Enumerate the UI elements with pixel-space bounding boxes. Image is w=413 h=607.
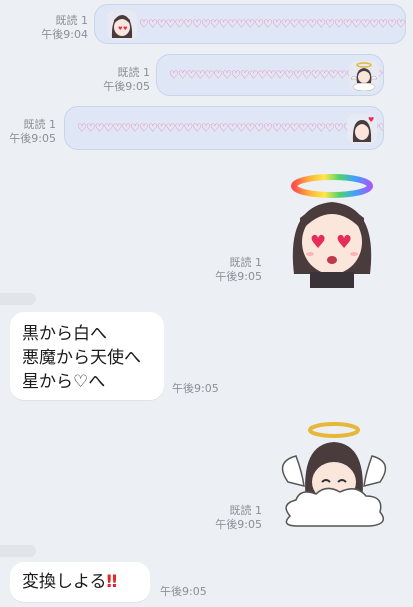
message-meta: 既読 1 午後9:04 — [30, 14, 88, 42]
timestamp: 午後9:05 — [172, 382, 219, 395]
message-bubble[interactable]: ♡♡♡♡♡♡♡♡♡♡♡♡♡♡♡♡♡♡♡♡♡♡♡♡♡♡♡♡♡♡♡♡♡♡ — [156, 54, 384, 96]
timestamp: 午後9:05 — [160, 585, 207, 598]
message-meta: 既読 1 午後9:05 — [94, 66, 150, 94]
timestamp: 午後9:05 — [9, 132, 56, 145]
message-line: 星から♡へ — [22, 372, 106, 392]
heart-message-text: ♡♡♡♡♡♡♡♡♡♡♡♡♡♡♡♡♡♡♡♡♡♡♡♡♡♡♡♡♡♡♡♡♡♡ — [139, 17, 405, 31]
read-receipt: 既読 1 — [229, 504, 263, 517]
message-meta: 既読 1 午後9:05 — [208, 256, 262, 284]
read-receipt: 既読 1 — [55, 14, 89, 27]
timestamp: 午後9:04 — [41, 28, 88, 41]
timestamp: 午後9:05 — [103, 80, 150, 93]
sender-avatar[interactable] — [0, 545, 36, 557]
svg-text:♥: ♥ — [123, 26, 128, 32]
sticker-angel-cloud-girl[interactable] — [270, 412, 398, 534]
message-meta: 既読 1 午後9:05 — [206, 504, 262, 532]
message-bubble[interactable]: ♥ ♥ ♡♡♡♡♡♡♡♡♡♡♡♡♡♡♡♡♡♡♡♡♡♡♡♡♡♡♡♡♡♡♡♡♡♡ — [94, 4, 406, 44]
read-receipt: 既読 1 — [23, 118, 57, 131]
message-bubble[interactable]: ♡♡♡♡♡♡♡♡♡♡♡♡♡♡♡♡♡♡♡♡♡♡♡♡♡♡♡♡♡♡♡♡♡♡♡♡♡♡♡♡… — [64, 106, 384, 150]
svg-text:♥: ♥ — [336, 232, 352, 253]
message-bubble[interactable]: 変換しよる‼ — [10, 562, 150, 602]
svg-text:♥: ♥ — [368, 116, 374, 124]
message-bubble[interactable]: 黒から白へ 悪魔から天使へ 星から♡へ — [10, 312, 164, 400]
timestamp: 午後9:05 — [215, 518, 262, 531]
sticker-thumbnail: ♥ ♥ — [107, 10, 137, 40]
svg-text:♥: ♥ — [310, 232, 326, 253]
message-line: 悪魔から天使へ — [22, 348, 141, 368]
sticker-rainbow-halo-girl[interactable]: ♥ ♥ — [270, 166, 396, 288]
sticker-thumbnail — [349, 61, 379, 91]
heart-message-text: ♡♡♡♡♡♡♡♡♡♡♡♡♡♡♡♡♡♡♡♡♡♡♡♡♡♡♡♡♡♡♡♡♡♡♡♡♡♡♡♡… — [77, 121, 383, 135]
message-line: 黒から白へ — [22, 324, 107, 344]
read-receipt: 既読 1 — [229, 256, 263, 269]
sticker-thumbnail: ♥ — [347, 114, 377, 144]
double-exclamation-icon: ‼ — [106, 572, 118, 592]
message-meta: 既読 1 午後9:05 — [4, 118, 56, 146]
timestamp: 午後9:05 — [215, 270, 262, 283]
message-text: 変換しよる — [22, 572, 107, 592]
read-receipt: 既読 1 — [117, 66, 151, 79]
sender-avatar[interactable] — [0, 293, 36, 305]
